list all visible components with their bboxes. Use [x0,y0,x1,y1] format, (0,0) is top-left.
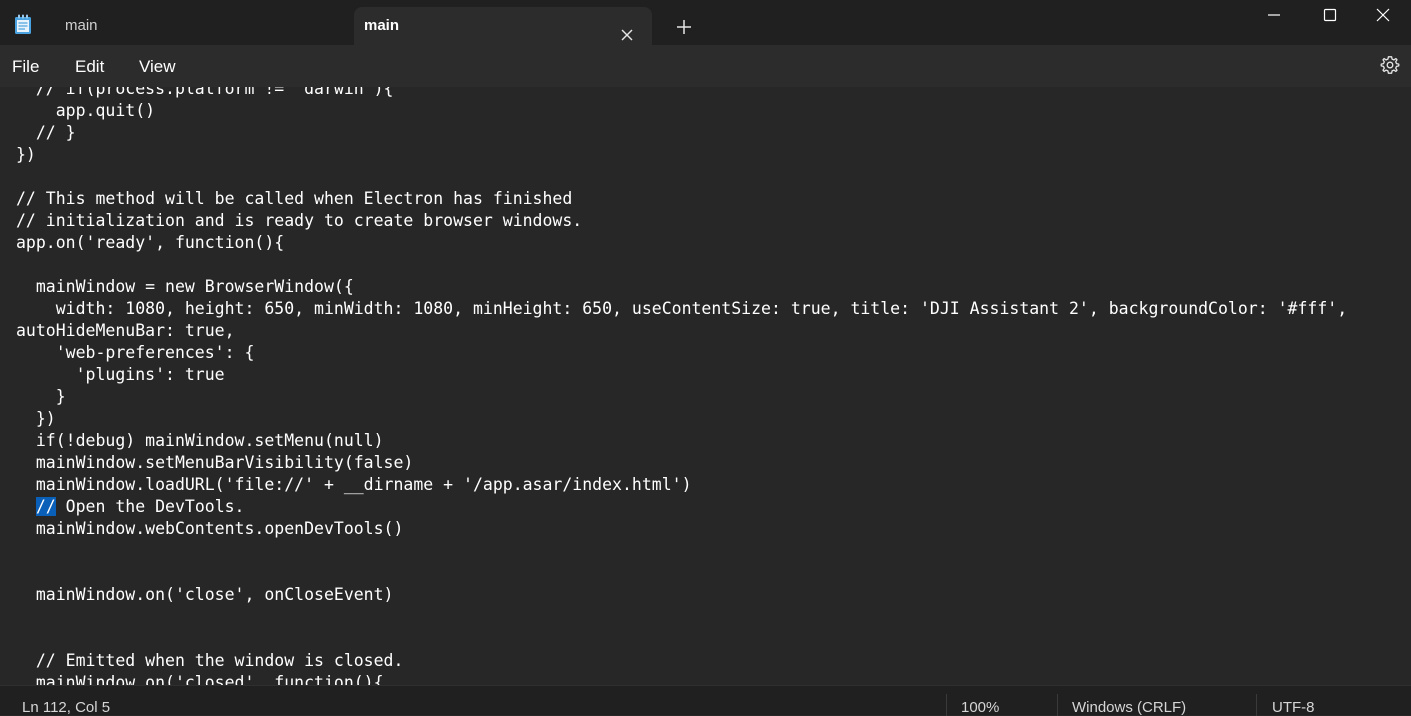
text-selection: // [35,497,56,516]
text-editor[interactable]: // if(process.platform != 'darwin'){ app… [0,87,1411,685]
code-line: width: 1080, height: 650, minWidth: 1080… [16,299,1348,318]
cursor-position: Ln 112, Col 5 [22,699,111,716]
code-line: mainWindow.webContents.openDevTools() [16,519,404,538]
code-line: // Emitted when the window is closed. [16,651,404,670]
code-line: mainWindow = new BrowserWindow({ [16,277,354,296]
encoding[interactable]: UTF-8 [1272,699,1315,716]
menu-bar: File Edit View [0,45,1411,87]
maximize-icon[interactable] [1302,0,1358,30]
tab-main-active[interactable]: main [354,7,652,45]
menu-file[interactable]: File [12,57,39,77]
status-divider [1256,694,1257,716]
notepad-icon [14,14,32,34]
line-ending[interactable]: Windows (CRLF) [1072,699,1186,716]
gear-icon[interactable] [1380,55,1400,75]
code-line: }) [16,145,36,164]
code-line: // initialization and is ready to create… [16,211,583,230]
status-divider [946,694,947,716]
code-line: app.on('ready', function(){ [16,233,285,252]
status-divider [1057,694,1058,716]
tab-label: main [65,17,98,34]
code-line: // Open the DevTools. [35,497,245,516]
menu-view[interactable]: View [139,57,176,77]
code-line: 'plugins': true [16,365,225,384]
code-line: app.quit() [16,101,156,120]
code-line: // if(process.platform != 'darwin'){ [16,87,394,98]
title-bar: main main [0,0,1411,45]
code-line: // This method will be called when Elect… [16,189,573,208]
code-line: 'web-preferences': { [16,343,255,362]
code-content: // if(process.platform != 'darwin'){ app… [16,87,1347,685]
zoom-level[interactable]: 100% [961,699,999,716]
tab-close-icon[interactable] [620,19,634,41]
code-line: autoHideMenuBar: true, [16,321,235,340]
code-line: if(!debug) mainWindow.setMenu(null) [16,431,384,450]
code-line: } [16,387,66,406]
code-line: mainWindow.on('closed', function(){ [16,673,384,685]
code-line: mainWindow.loadURL('file://' + __dirname… [16,475,692,494]
close-icon[interactable] [1355,0,1411,30]
menu-edit[interactable]: Edit [75,57,104,77]
tab-main-inactive[interactable]: main [48,7,348,45]
tab-label: main [364,17,400,34]
code-line: // } [16,123,76,142]
code-line: mainWindow.on('close', onCloseEvent) [16,585,394,604]
new-tab-plus-icon[interactable] [672,15,696,39]
code-line: }) [16,409,56,428]
minimize-icon[interactable] [1246,0,1302,30]
code-line: mainWindow.setMenuBarVisibility(false) [16,453,414,472]
status-bar: Ln 112, Col 5 100% Windows (CRLF) UTF-8 [0,685,1411,716]
